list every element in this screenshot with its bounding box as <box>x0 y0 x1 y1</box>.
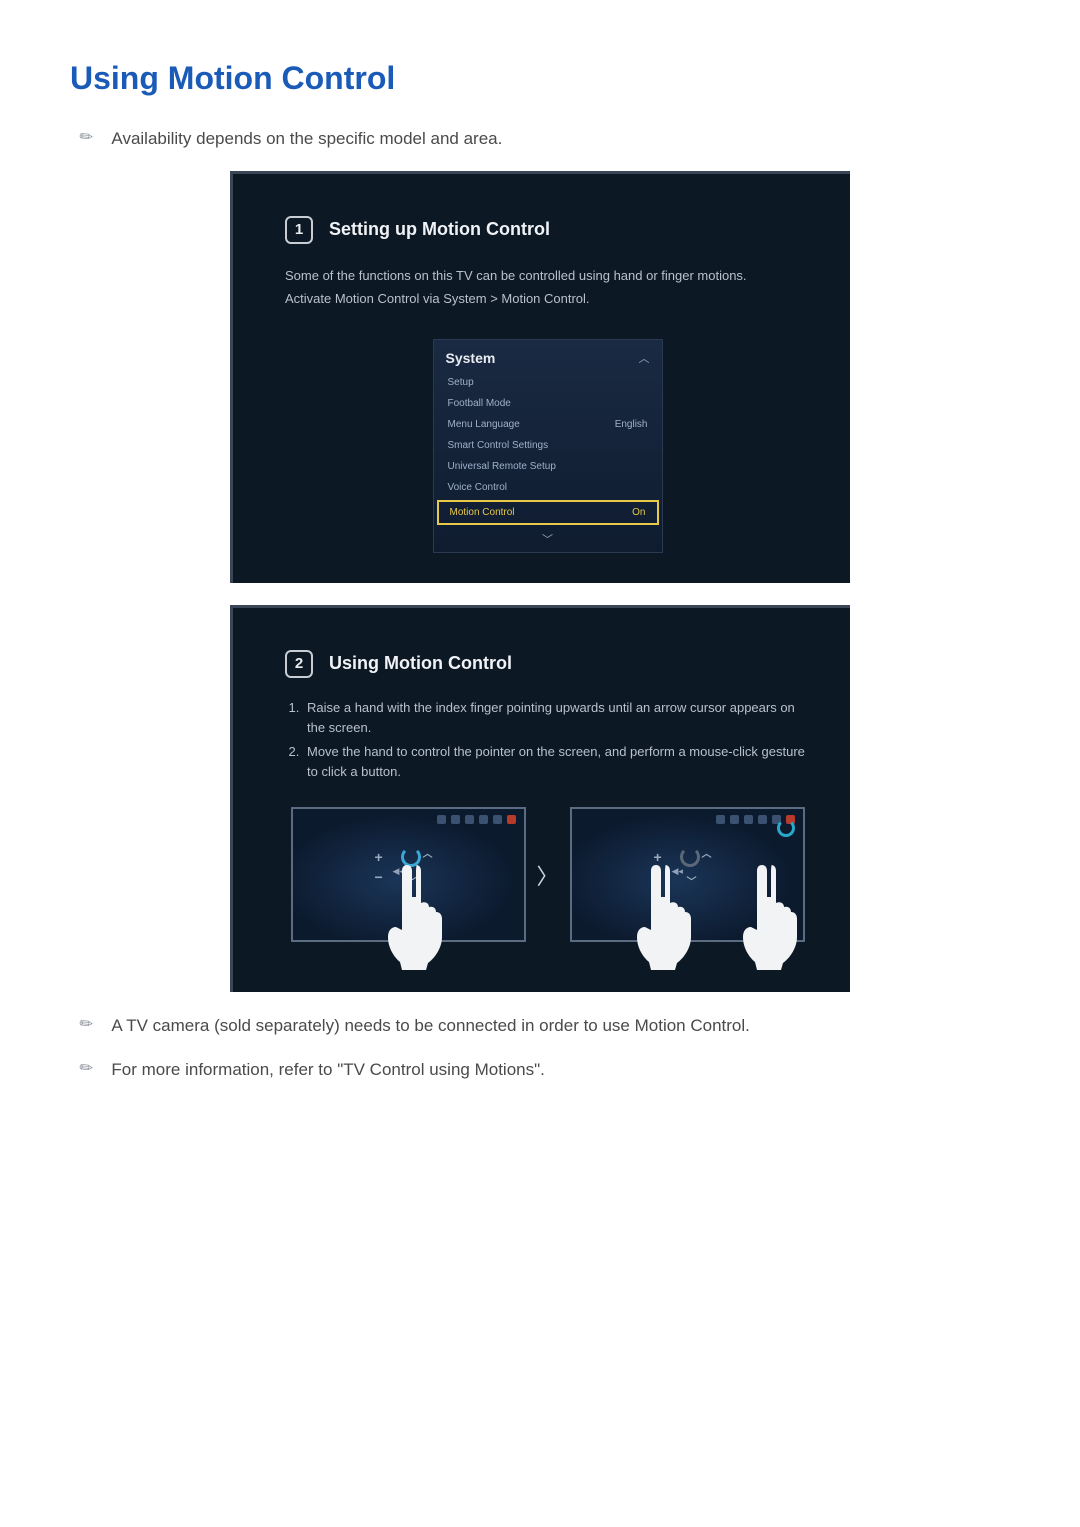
note-camera: ✎ A TV camera (sold separately) needs to… <box>80 1014 1010 1038</box>
screen-icon-bar <box>437 815 516 824</box>
cursor-ring-icon <box>777 819 795 837</box>
step-1-line-1: Some of the functions on this TV can be … <box>285 264 810 287</box>
tv-screen-illustration-1: + − ︿ ﹀ ◀◂ <box>291 807 526 942</box>
panel-step-2: 2 Using Motion Control Raise a hand with… <box>230 605 850 993</box>
hand-pointing-icon <box>627 860 707 970</box>
status-icon <box>465 815 474 824</box>
instruction-item: Move the hand to control the pointer on … <box>303 742 810 782</box>
note-availability: ✎ Availability depends on the specific m… <box>80 127 1010 151</box>
menu-item: Smart Control Settings <box>434 435 662 456</box>
step-title-2: Using Motion Control <box>329 653 512 674</box>
status-icon <box>479 815 488 824</box>
step-2-instructions: Raise a hand with the index finger point… <box>285 698 810 783</box>
chevron-up-icon: ︿ <box>423 845 433 860</box>
step-number-1: 1 <box>285 216 313 244</box>
illustration-row: + − ︿ ﹀ ◀◂ 〉 <box>285 807 810 942</box>
menu-item: Universal Remote Setup <box>434 456 662 477</box>
hand-pointing-icon <box>378 860 458 970</box>
system-menu-title: System <box>446 350 496 366</box>
pencil-icon: ✎ <box>75 1056 98 1080</box>
status-icon <box>507 815 516 824</box>
instruction-item: Raise a hand with the index finger point… <box>303 698 810 738</box>
step-number-2: 2 <box>285 650 313 678</box>
page-title: Using Motion Control <box>70 60 1010 97</box>
status-icon <box>451 815 460 824</box>
tv-screen-illustration-2: + − ︿ ﹀ ◀◂ <box>570 807 805 942</box>
step-1-description: Some of the functions on this TV can be … <box>285 264 810 311</box>
pencil-icon: ✎ <box>75 1012 98 1036</box>
note-more-info: ✎ For more information, refer to "TV Con… <box>80 1058 1010 1082</box>
note-text: For more information, refer to "TV Contr… <box>111 1058 544 1082</box>
menu-item: Football Mode <box>434 393 662 414</box>
chevron-up-icon: ︿ <box>702 845 712 860</box>
note-text: Availability depends on the specific mod… <box>111 127 502 151</box>
status-icon <box>758 815 767 824</box>
menu-item-highlighted: Motion ControlOn <box>437 500 659 525</box>
menu-item: Setup <box>434 372 662 393</box>
hand-pointing-icon <box>733 860 813 970</box>
status-icon <box>744 815 753 824</box>
status-icon <box>437 815 446 824</box>
status-icon <box>730 815 739 824</box>
system-menu-mock: System ︿ Setup Football Mode Menu Langua… <box>433 339 663 553</box>
panel-step-1: 1 Setting up Motion Control Some of the … <box>230 171 850 583</box>
pencil-icon: ✎ <box>75 125 98 149</box>
status-icon <box>716 815 725 824</box>
note-text: A TV camera (sold separately) needs to b… <box>111 1014 749 1038</box>
menu-item: Voice Control <box>434 477 662 498</box>
menu-item: Menu LanguageEnglish <box>434 414 662 435</box>
chevron-up-icon: ︿ <box>639 350 650 366</box>
chevron-down-icon: ﹀ <box>434 528 662 552</box>
step-1-line-2: Activate Motion Control via System > Mot… <box>285 287 810 310</box>
status-icon <box>493 815 502 824</box>
chevron-right-icon: 〉 <box>536 863 560 887</box>
step-title-1: Setting up Motion Control <box>329 219 550 240</box>
